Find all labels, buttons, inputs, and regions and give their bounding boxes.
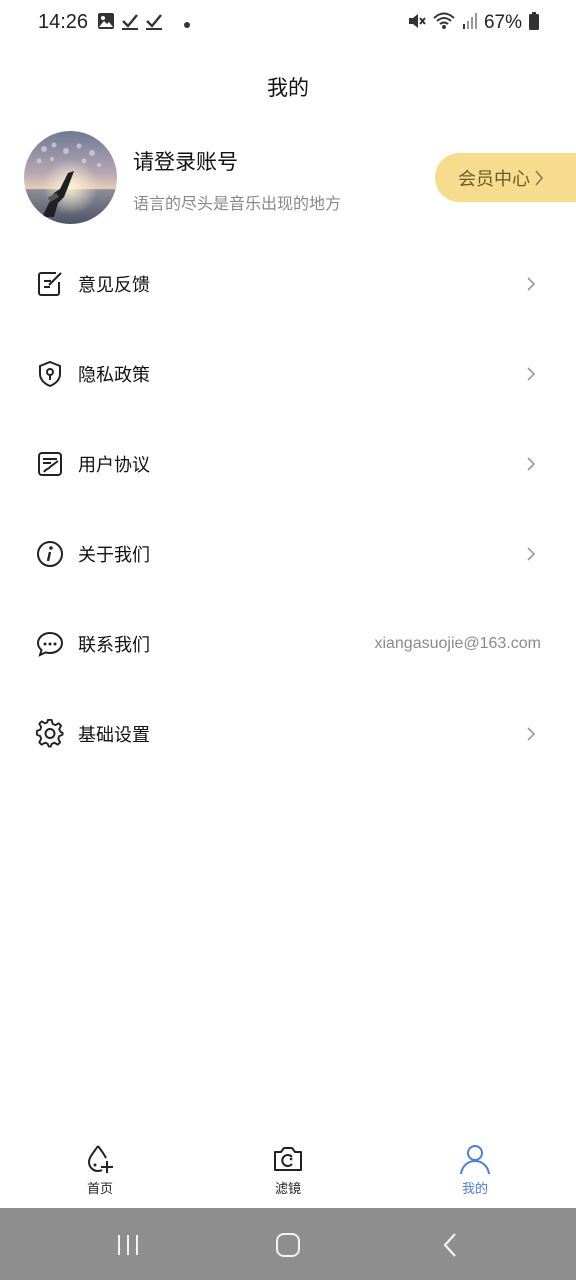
agreement-icon: [35, 449, 65, 479]
battery-icon: [528, 11, 540, 35]
wifi-icon: [432, 11, 456, 35]
vip-center-label: 会员中心: [458, 168, 530, 190]
nav-label: 滤镜: [274, 1182, 301, 1197]
status-right: 67%: [406, 11, 540, 35]
menu-item-label: 关于我们: [78, 545, 150, 566]
image-icon: [97, 12, 115, 34]
menu-item-contact[interactable]: 联系我们 xiangasuojie@163.com: [0, 599, 576, 689]
drop-plus-icon: [83, 1142, 117, 1176]
contact-email[interactable]: xiangasuojie@163.com: [374, 635, 541, 653]
vip-center-button[interactable]: 会员中心: [435, 153, 576, 202]
menu-item-label: 意见反馈: [78, 275, 150, 296]
info-icon: [35, 539, 65, 569]
nav-home[interactable]: 首页: [50, 1142, 150, 1197]
menu-item-label: 基础设置: [78, 725, 150, 746]
menu-item-about[interactable]: 关于我们: [0, 509, 576, 599]
menu-item-feedback[interactable]: 意见反馈: [0, 239, 576, 329]
recent-apps-button[interactable]: [108, 1230, 148, 1260]
chevron-right-icon: [526, 725, 540, 743]
chevron-right-icon: [534, 169, 544, 187]
nav-label: 我的: [461, 1182, 488, 1197]
avatar[interactable]: [24, 131, 117, 224]
chevron-right-icon: [526, 365, 540, 383]
menu-item-label: 隐私政策: [78, 365, 150, 386]
camera-icon: [271, 1142, 305, 1176]
menu-item-privacy[interactable]: 隐私政策: [0, 329, 576, 419]
nav-filter[interactable]: 滤镜: [238, 1142, 338, 1197]
menu-item-label: 用户协议: [78, 455, 150, 476]
bottom-nav: 首页 滤镜 我的: [0, 1128, 576, 1208]
status-bar: 14:26 67%: [0, 0, 576, 46]
feedback-icon: [35, 269, 65, 299]
status-left-icons: [97, 12, 191, 34]
nav-label: 首页: [86, 1182, 113, 1197]
page-title: 我的: [267, 76, 309, 100]
signal-icon: [462, 12, 478, 34]
nav-mine[interactable]: 我的: [425, 1142, 525, 1197]
status-time: 14:26: [38, 11, 89, 33]
menu-item-label: 联系我们: [78, 635, 150, 656]
chevron-right-icon: [526, 545, 540, 563]
privacy-shield-icon: [35, 359, 65, 389]
dot-icon: [183, 14, 191, 33]
profile-slogan: 语言的尽头是音乐出现的地方: [133, 194, 342, 213]
back-button[interactable]: [430, 1230, 470, 1260]
home-button[interactable]: [268, 1230, 308, 1260]
login-title[interactable]: 请登录账号: [133, 146, 238, 176]
system-nav-bar: [0, 1208, 576, 1280]
menu-item-settings[interactable]: 基础设置: [0, 689, 576, 779]
check-icon: [145, 12, 163, 34]
chevron-right-icon: [526, 455, 540, 473]
menu-item-agreement[interactable]: 用户协议: [0, 419, 576, 509]
check-icon: [121, 12, 139, 34]
mute-icon: [406, 11, 426, 35]
battery-percent: 67%: [483, 12, 522, 33]
chat-icon: [35, 629, 65, 659]
gear-icon: [35, 719, 65, 749]
person-icon: [458, 1142, 492, 1176]
chevron-right-icon: [526, 275, 540, 293]
